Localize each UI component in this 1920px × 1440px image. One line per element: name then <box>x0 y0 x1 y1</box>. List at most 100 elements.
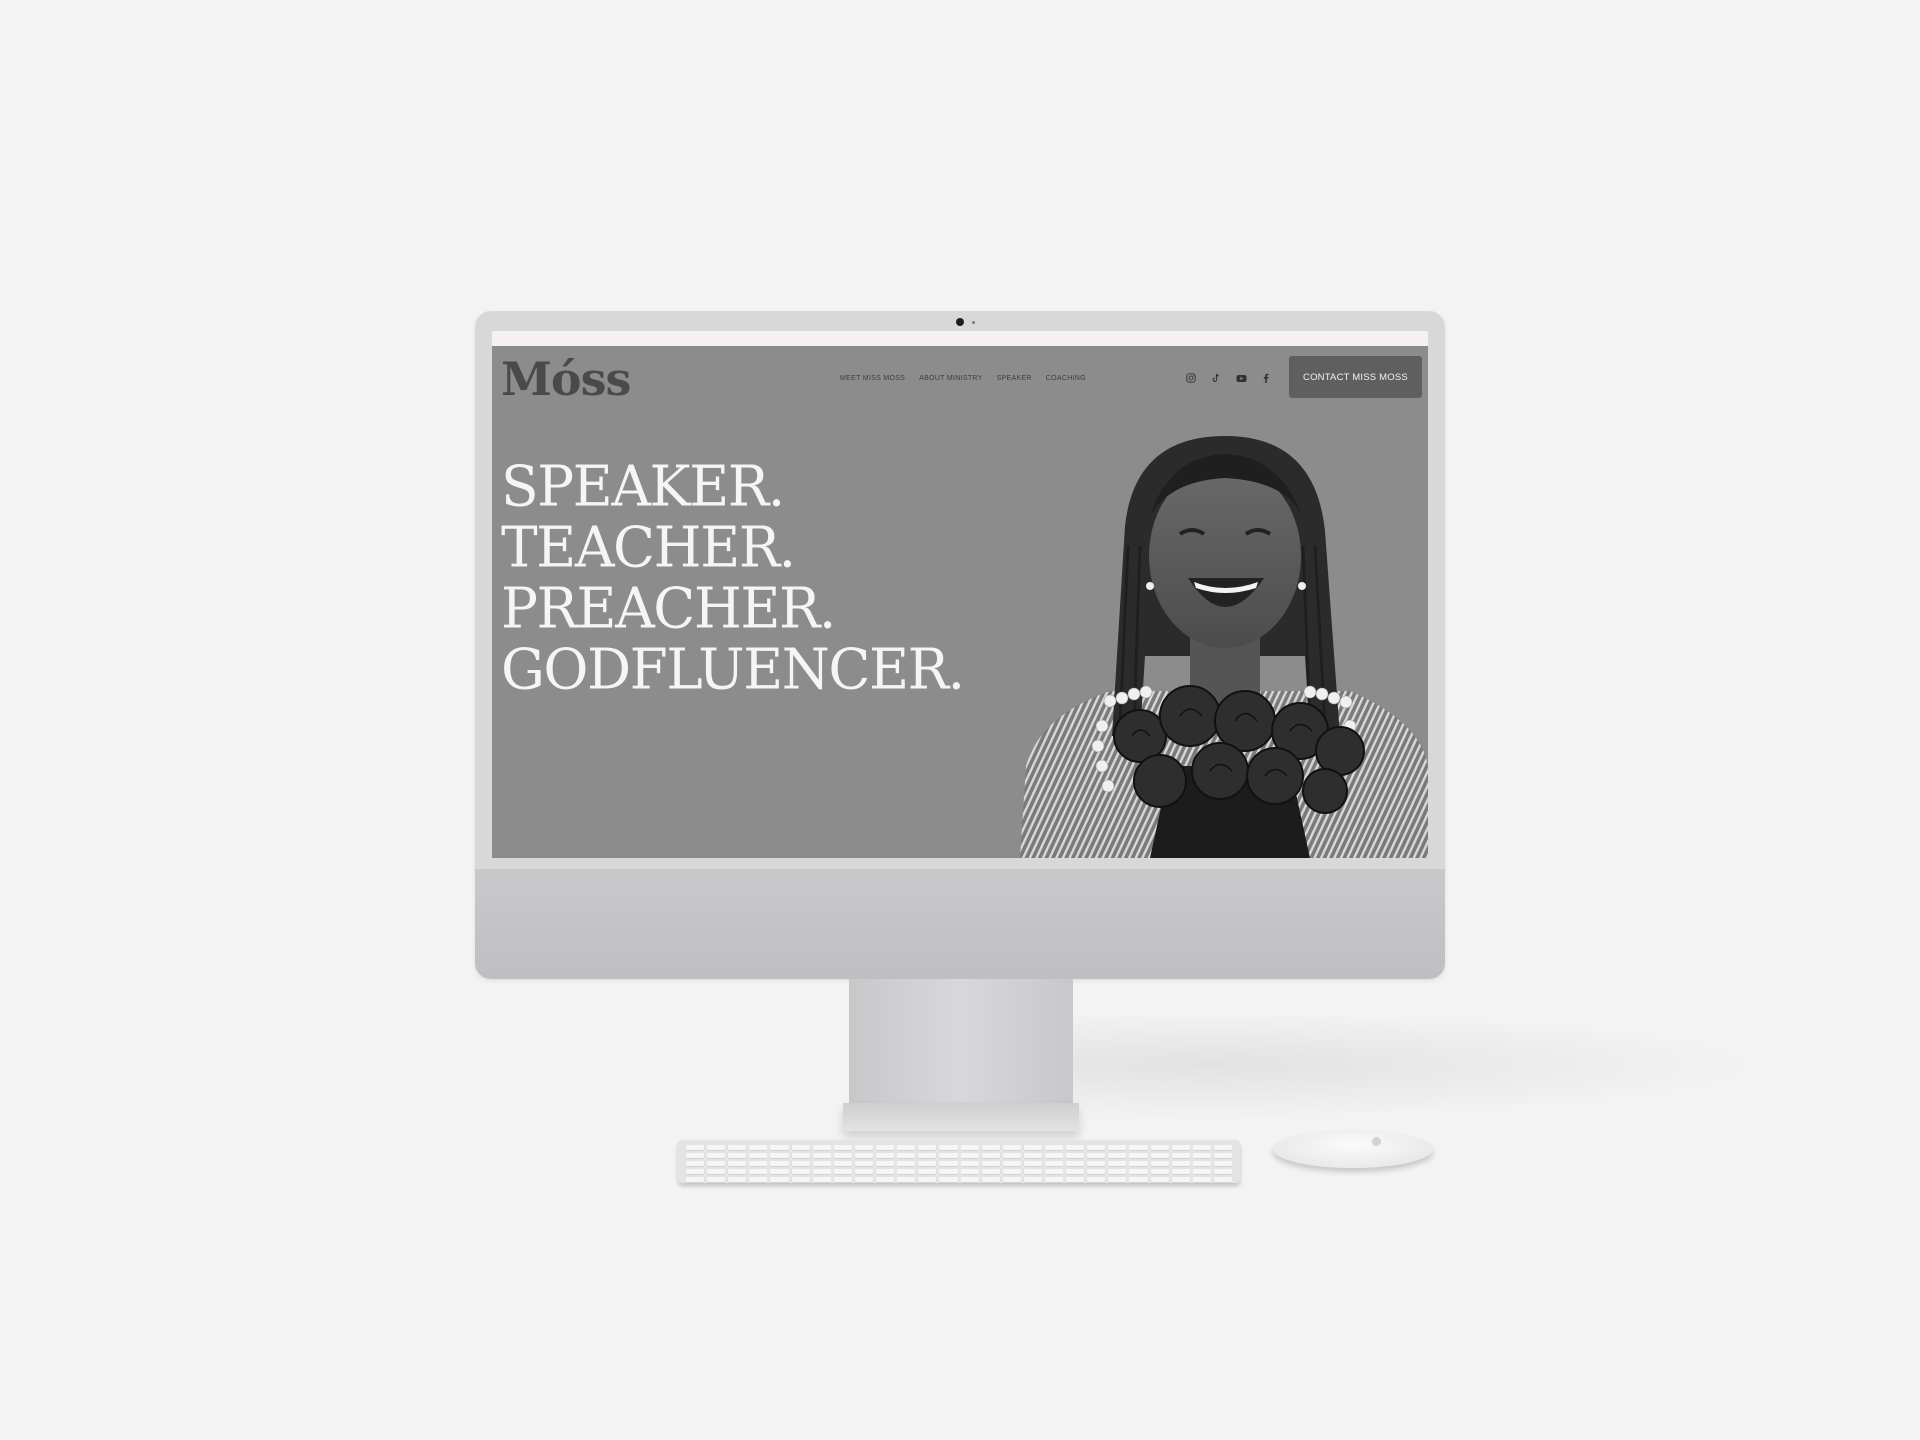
keyboard-key <box>749 1169 768 1174</box>
keyboard-key <box>1129 1177 1148 1182</box>
keyboard-key <box>1129 1161 1148 1166</box>
keyboard-key <box>1087 1161 1106 1166</box>
keyboard-key <box>728 1177 747 1182</box>
keyboard-key <box>939 1161 958 1166</box>
keyboard-key <box>728 1161 747 1166</box>
facebook-icon[interactable] <box>1260 372 1272 384</box>
keyboard-key <box>1150 1177 1169 1182</box>
keyboard-key <box>1002 1177 1021 1182</box>
keyboard-key <box>686 1153 705 1158</box>
keyboard-key <box>960 1161 979 1166</box>
keyboard-key <box>1192 1169 1211 1174</box>
keyboard-key <box>960 1177 979 1182</box>
keyboard-key <box>686 1161 705 1166</box>
keyboard-key <box>1044 1153 1064 1158</box>
website-page: Móss MEET MISS MOSS ABOUT MINISTRY SPEAK… <box>492 346 1428 858</box>
keyboard-key <box>960 1145 979 1150</box>
site-logo[interactable]: Móss <box>501 352 631 406</box>
keyboard-key <box>728 1153 747 1158</box>
monitor-chin <box>475 869 1445 979</box>
hero-portrait-photo <box>1020 436 1428 858</box>
desk-shadow <box>1070 1010 1770 1120</box>
webcam <box>956 318 964 326</box>
keyboard-key <box>770 1145 789 1150</box>
keyboard-key <box>1150 1169 1169 1174</box>
keyboard-key <box>1066 1169 1085 1174</box>
keyboard-key <box>1192 1153 1211 1158</box>
contact-button[interactable]: CONTACT MISS MOSS <box>1289 356 1422 398</box>
keyboard-key <box>939 1145 958 1150</box>
nav-item-meet-miss-moss[interactable]: MEET MISS MOSS <box>840 375 905 382</box>
keyboard-key <box>1087 1169 1106 1174</box>
keyboard-key <box>707 1177 726 1182</box>
keyboard-key <box>812 1177 831 1182</box>
keyboard-key <box>749 1177 768 1182</box>
keyboard-key <box>981 1145 1000 1150</box>
keyboard-key <box>1171 1177 1190 1182</box>
nav-item-about-ministry[interactable]: ABOUT MINISTRY <box>919 375 982 382</box>
keyboard-key <box>728 1145 747 1150</box>
keyboard-key <box>1213 1153 1232 1158</box>
keyboard-key <box>1213 1161 1232 1166</box>
keyboard-key <box>749 1153 768 1158</box>
keyboard-key <box>1023 1177 1042 1182</box>
keyboard-key <box>749 1161 768 1166</box>
nav-item-speaker[interactable]: SPEAKER <box>997 375 1032 382</box>
keyboard-key <box>981 1177 1000 1182</box>
keyboard-key <box>981 1153 1000 1158</box>
keyboard-key <box>833 1161 852 1166</box>
keyboard-key <box>876 1145 895 1150</box>
keyboard-key <box>1044 1177 1064 1182</box>
keyboard-key <box>876 1161 895 1166</box>
keyboard-key <box>1023 1161 1042 1166</box>
instagram-icon[interactable] <box>1185 372 1197 384</box>
keyboard-key <box>1213 1177 1232 1182</box>
keyboard-key <box>1150 1145 1169 1150</box>
keyboard-key <box>1023 1153 1042 1158</box>
monitor-stand <box>849 979 1073 1104</box>
keyboard-key <box>1087 1145 1106 1150</box>
keyboard-key <box>770 1177 789 1182</box>
keyboard-key <box>1192 1177 1211 1182</box>
keyboard-key <box>728 1169 747 1174</box>
hero-headline: SPEAKER. TEACHER. PREACHER. GODFLUENCER. <box>501 455 965 700</box>
keyboard-key <box>707 1161 726 1166</box>
keyboard-key <box>1108 1161 1127 1166</box>
keyboard-key <box>918 1153 937 1158</box>
youtube-icon[interactable] <box>1235 372 1247 384</box>
keyboard-key <box>1108 1169 1127 1174</box>
keyboard-key <box>1192 1161 1211 1166</box>
keyboard-key <box>812 1161 831 1166</box>
keyboard-key <box>686 1169 705 1174</box>
keyboard-key <box>1044 1145 1064 1150</box>
keyboard-key <box>812 1169 831 1174</box>
mouse <box>1273 1130 1433 1168</box>
keyboard-key <box>707 1169 726 1174</box>
keyboard-key <box>1002 1153 1021 1158</box>
keyboard-key <box>1213 1169 1232 1174</box>
keyboard-key <box>876 1169 895 1174</box>
keyboard-key <box>854 1177 874 1182</box>
keyboard-key <box>1002 1161 1021 1166</box>
keyboard-key <box>1066 1177 1085 1182</box>
nav-item-coaching[interactable]: COACHING <box>1046 375 1086 382</box>
keyboard-key <box>1066 1153 1085 1158</box>
keyboard-key <box>707 1145 726 1150</box>
headline-line: TEACHER. <box>501 514 796 580</box>
mouse-logo-icon <box>1372 1137 1381 1146</box>
keyboard-key <box>939 1169 958 1174</box>
keyboard-key <box>686 1145 705 1150</box>
keyboard-key <box>1002 1169 1021 1174</box>
monitor-stand-foot <box>843 1103 1079 1131</box>
keyboard-key <box>1192 1145 1211 1150</box>
tiktok-icon[interactable] <box>1210 372 1222 384</box>
keyboard-key <box>854 1153 874 1158</box>
keyboard-key <box>1171 1145 1190 1150</box>
keyboard-key <box>876 1153 895 1158</box>
keyboard-key <box>897 1145 916 1150</box>
keyboard-key <box>833 1169 852 1174</box>
keyboard-key <box>897 1161 916 1166</box>
keyboard-key <box>791 1161 810 1166</box>
keyboard <box>678 1140 1240 1183</box>
keyboard-key <box>812 1145 831 1150</box>
